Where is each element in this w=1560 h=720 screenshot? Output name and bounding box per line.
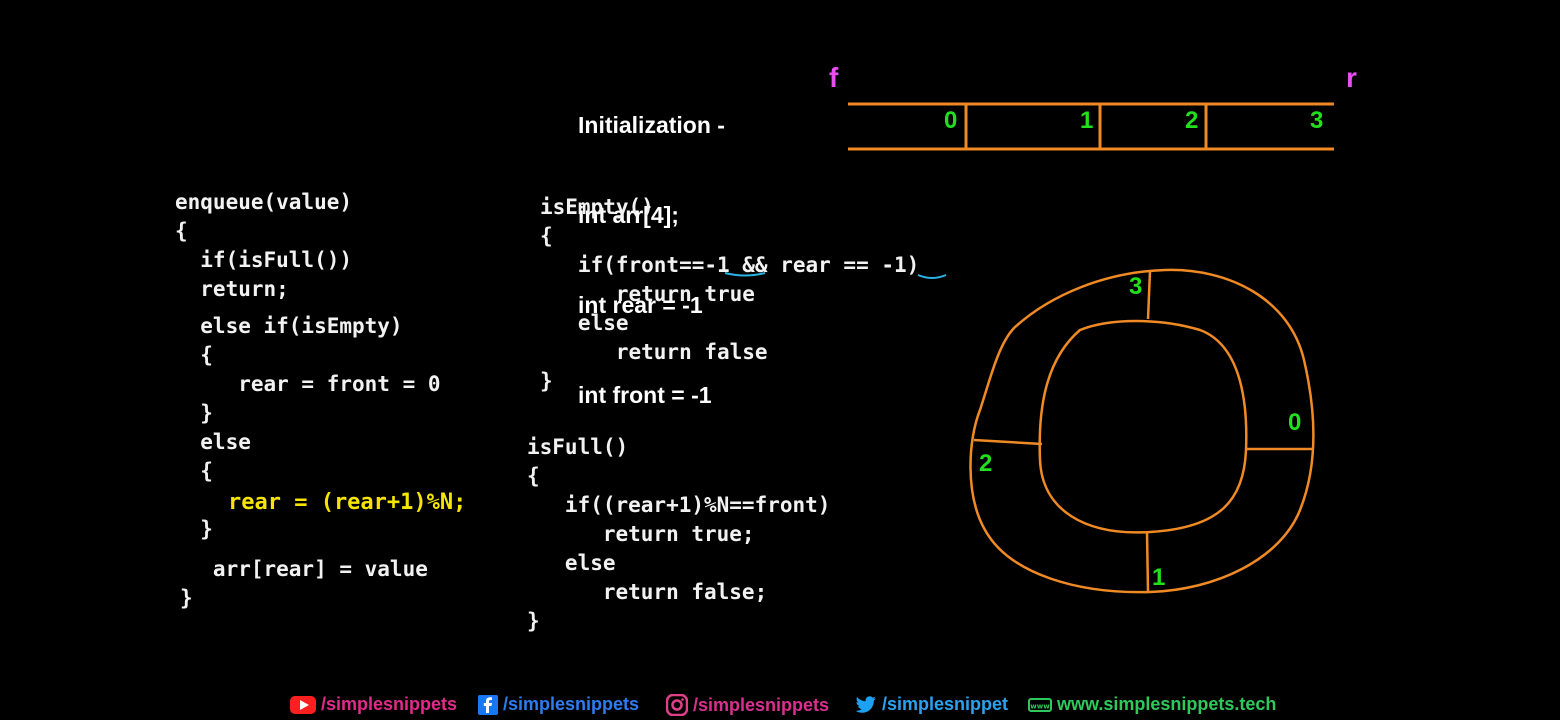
code-line: isFull()	[527, 435, 629, 459]
code-line: enqueue(value)	[175, 190, 353, 214]
diagram-layer	[724, 102, 1334, 594]
code-line: return true	[540, 282, 755, 306]
underline-mark	[917, 274, 947, 279]
initialization-block: Initialization - int arr[4]; int rear = …	[578, 50, 725, 440]
instagram-icon	[666, 694, 688, 716]
code-line: {	[175, 219, 188, 243]
array-index-label: 3	[1310, 107, 1324, 134]
array-index-label: 2	[1185, 107, 1199, 134]
facebook-icon	[478, 694, 498, 715]
front-pointer-label: f	[829, 62, 839, 93]
youtube-icon	[290, 695, 316, 714]
outer-ring	[969, 268, 1315, 594]
twitter-handle: /simplesnippet	[882, 694, 1009, 714]
code-line: else	[175, 430, 251, 454]
ring-divider	[1145, 531, 1150, 593]
code-line: return false	[540, 340, 768, 364]
youtube-link[interactable]: /simplesnippets	[290, 694, 457, 715]
array-index-label: 0	[944, 107, 958, 134]
code-line: if(front==-1 && rear == -1)	[540, 253, 920, 277]
social-footer: /simplesnippets /simplesnippets /simples…	[0, 692, 1560, 720]
code-line: isEmpty()	[540, 195, 654, 219]
rear-pointer-label: r	[1346, 62, 1357, 93]
instagram-handle: /simplesnippets	[693, 694, 830, 715]
website-url: www.simplesnippets.tech	[1057, 694, 1277, 714]
code-line: else	[540, 311, 629, 335]
instagram-link[interactable]: /simplesnippets	[666, 694, 829, 716]
svg-text:www: www	[1030, 702, 1050, 710]
code-line: {	[175, 343, 213, 367]
circular-queue-diagram	[969, 268, 1315, 594]
array-index-label: 1	[1080, 107, 1094, 134]
youtube-handle: /simplesnippets	[321, 694, 458, 714]
ring-divider	[973, 438, 1043, 446]
code-line: }	[527, 609, 540, 633]
ring-index-label: 1	[1152, 564, 1166, 591]
ring-index-label: 3	[1129, 273, 1143, 300]
code-line: else if(isEmpty)	[175, 314, 403, 338]
init-line: int front = -1	[578, 382, 712, 408]
code-line: if(isFull())	[175, 248, 353, 272]
code-line: rear = front = 0	[175, 372, 441, 396]
website-link[interactable]: www www.simplesnippets.tech	[1028, 694, 1276, 715]
code-line: return false;	[527, 580, 768, 604]
code-line: if((rear+1)%N==front)	[527, 493, 831, 517]
initialization-heading: Initialization -	[578, 112, 725, 138]
code-line: }	[180, 586, 193, 610]
globe-icon: www	[1028, 697, 1052, 712]
code-line: }	[175, 401, 213, 425]
code-line: }	[175, 517, 213, 541]
code-line: return;	[175, 277, 289, 301]
inner-ring	[1038, 319, 1248, 534]
highlighted-code-line: rear = (rear+1)%N;	[175, 490, 467, 515]
code-line: }	[540, 369, 553, 393]
ring-index-label: 0	[1288, 409, 1302, 436]
code-line: {	[540, 224, 553, 248]
code-line: {	[175, 459, 213, 483]
code-line: {	[527, 464, 540, 488]
facebook-link[interactable]: /simplesnippets	[478, 694, 639, 715]
code-line: arr[rear] = value	[175, 557, 428, 581]
twitter-icon	[855, 695, 876, 713]
ring-index-label: 2	[979, 450, 993, 477]
code-line: return true;	[527, 522, 755, 546]
code-line: else	[527, 551, 616, 575]
ring-divider	[1146, 270, 1152, 320]
facebook-handle: /simplesnippets	[503, 694, 640, 714]
twitter-link[interactable]: /simplesnippet	[855, 694, 1008, 715]
